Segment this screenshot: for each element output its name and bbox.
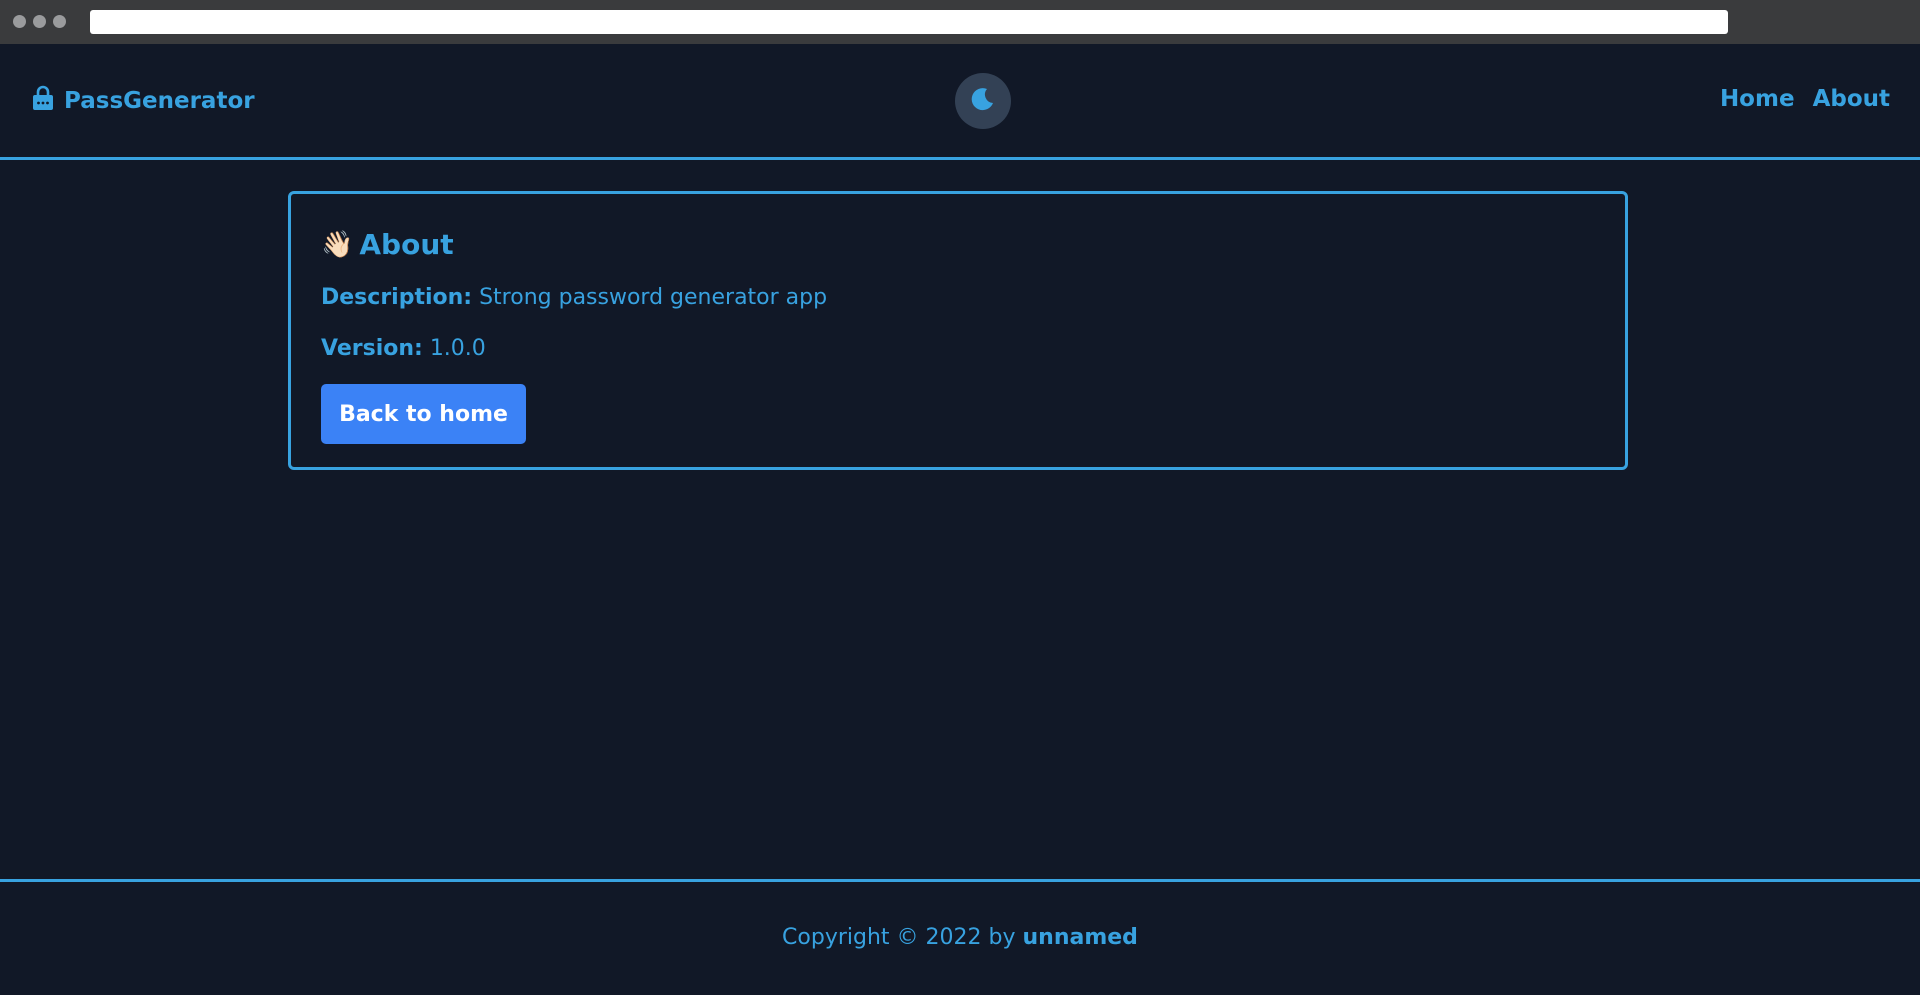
nav-about-link[interactable]: About bbox=[1813, 86, 1890, 112]
version-value: 1.0.0 bbox=[429, 336, 486, 361]
main-nav: Home About bbox=[1720, 86, 1890, 112]
waving-hand-icon: 👋🏻 bbox=[321, 229, 354, 260]
version-row: Version: 1.0.0 bbox=[321, 336, 486, 361]
lock-icon bbox=[32, 85, 54, 117]
address-bar[interactable] bbox=[90, 10, 1728, 34]
author-link[interactable]: unnamed bbox=[1023, 925, 1138, 950]
copyright-text: Copyright © 2022 by unnamed bbox=[0, 925, 1920, 950]
moon-icon bbox=[970, 86, 996, 116]
window-dot-maximize[interactable] bbox=[53, 15, 66, 28]
site-footer: Copyright © 2022 by unnamed bbox=[0, 879, 1920, 995]
about-card: 👋🏻 About Description: Strong password ge… bbox=[288, 191, 1628, 470]
copyright-label: Copyright © 2022 by bbox=[782, 925, 1016, 950]
browser-chrome bbox=[0, 0, 1920, 44]
nav-home-link[interactable]: Home bbox=[1720, 86, 1795, 112]
window-dot-close[interactable] bbox=[13, 15, 26, 28]
back-to-home-button[interactable]: Back to home bbox=[321, 384, 526, 444]
version-label: Version: bbox=[321, 336, 423, 361]
description-value: Strong password generator app bbox=[479, 285, 828, 310]
brand-link[interactable]: PassGenerator bbox=[32, 85, 255, 117]
about-title: About bbox=[359, 228, 454, 261]
description-row: Description: Strong password generator a… bbox=[321, 285, 827, 310]
about-heading: 👋🏻 About bbox=[321, 228, 454, 261]
theme-toggle-button[interactable] bbox=[955, 73, 1011, 129]
brand-name: PassGenerator bbox=[64, 88, 255, 114]
description-label: Description: bbox=[321, 285, 473, 310]
site-header: PassGenerator Home About bbox=[0, 44, 1920, 160]
window-dot-minimize[interactable] bbox=[33, 15, 46, 28]
